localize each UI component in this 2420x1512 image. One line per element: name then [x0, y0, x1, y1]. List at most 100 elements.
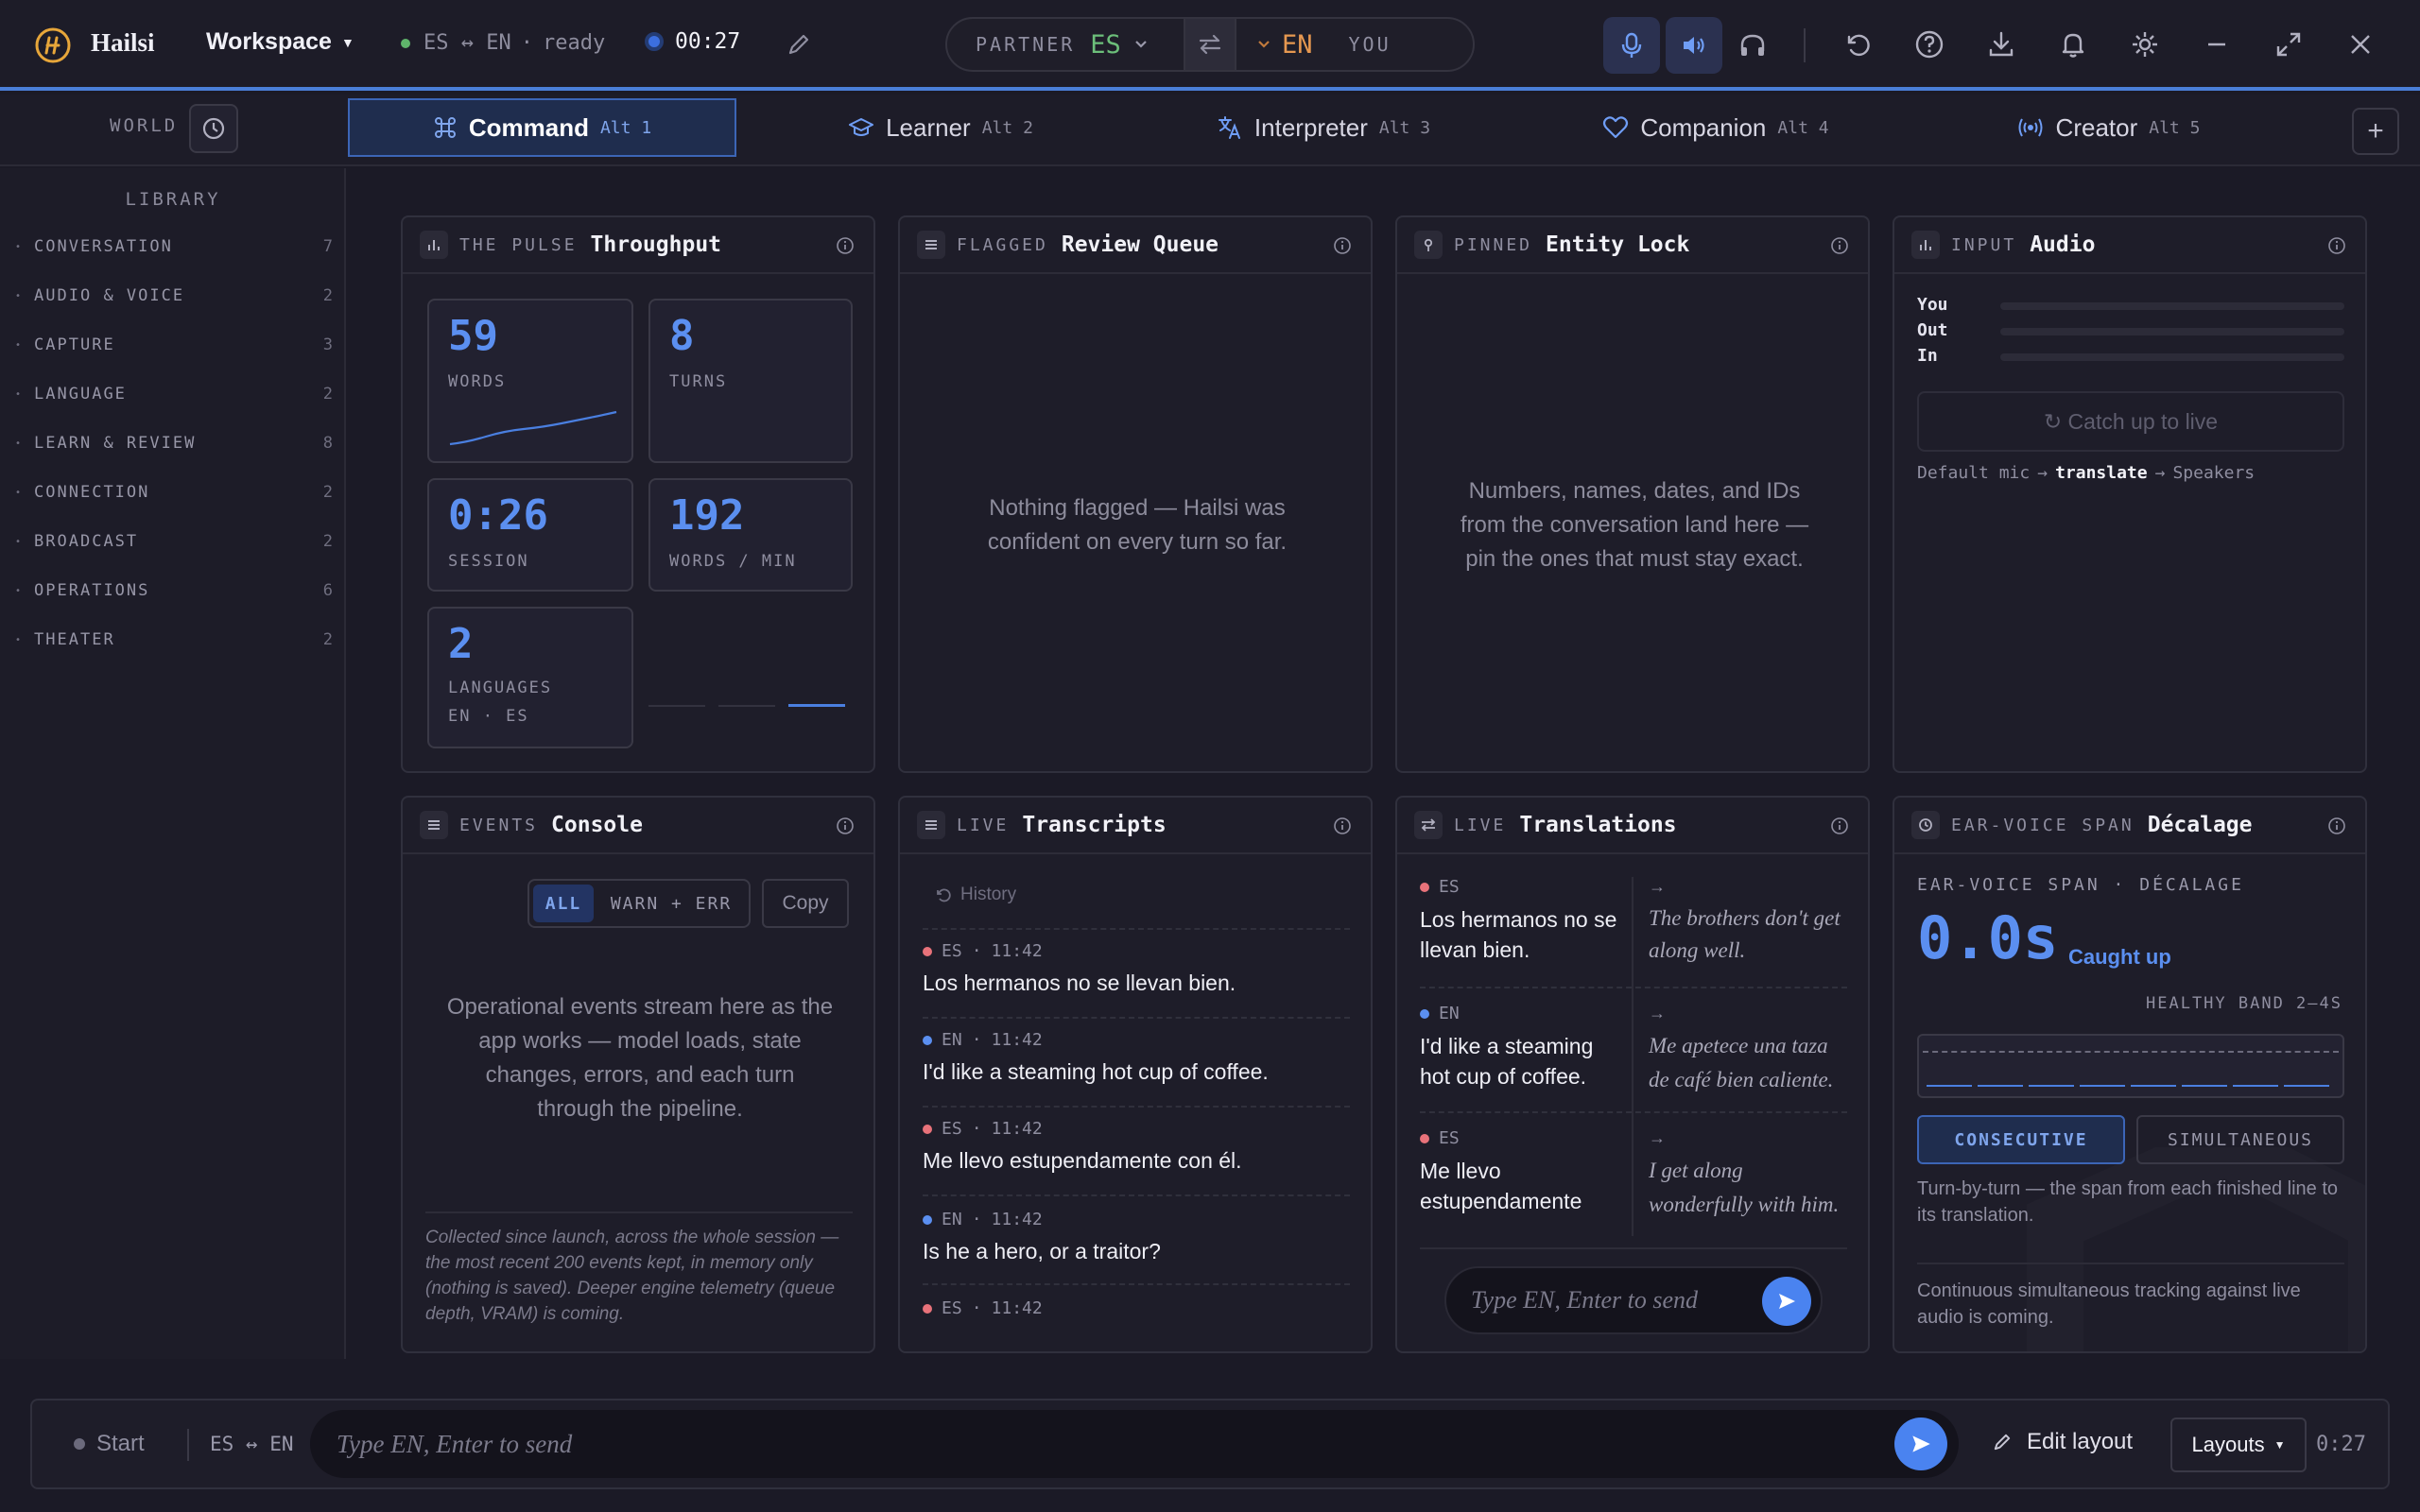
- mini-bar: [788, 704, 845, 707]
- throughput-panel: THE PULSE Throughput 59 WORDS 8 TURNS 0:…: [401, 215, 875, 773]
- route-out: Speakers: [2172, 463, 2256, 483]
- maximize-button[interactable]: [2271, 26, 2307, 62]
- layouts-label: Layouts: [2191, 1433, 2265, 1456]
- tab-creator[interactable]: Creator Alt 5: [1914, 98, 2302, 157]
- library-item-count: 2: [322, 483, 333, 502]
- tab-label: Command: [468, 112, 589, 142]
- undo-button[interactable]: [1840, 26, 1876, 62]
- help-button[interactable]: [1911, 26, 1947, 62]
- languages-list: EN · ES: [448, 707, 529, 726]
- filter-all-button[interactable]: ALL: [533, 885, 594, 922]
- filter-warn-err-button[interactable]: WARN + ERR: [597, 885, 745, 922]
- send-button[interactable]: [1894, 1418, 1947, 1470]
- command-input[interactable]: Type EN, Enter to send: [310, 1410, 1959, 1478]
- route-mic: Default mic: [1917, 463, 2031, 483]
- your-lang: EN: [1282, 29, 1313, 60]
- ready-dot-icon: [401, 38, 410, 48]
- audio-input-panel: INPUT Audio You Out In ↻ Catch up to liv…: [1893, 215, 2367, 773]
- translation-meta: ES: [1420, 1128, 1628, 1148]
- library-item-operations[interactable]: • OPERATIONS 6: [15, 576, 333, 605]
- info-icon[interactable]: [1830, 816, 1849, 835]
- edit-layout-label: Edit layout: [2027, 1429, 2134, 1454]
- source-line: I'd like a steaming: [1420, 1034, 1594, 1058]
- transcript-lang: ES: [942, 941, 962, 961]
- mini-bar: [718, 705, 775, 707]
- library-item-label: BROADCAST: [34, 532, 139, 551]
- workspace-menu-button[interactable]: Workspace ▼: [206, 28, 354, 56]
- swap-languages-button[interactable]: [1184, 19, 1236, 70]
- library-item-label: AUDIO & VOICE: [34, 286, 185, 305]
- clock-icon: [201, 116, 226, 141]
- bullet-icon: •: [15, 438, 24, 449]
- library-sidebar: LIBRARY • CONVERSATION 7 • AUDIO & VOICE 2 •…: [0, 168, 346, 1359]
- history-button[interactable]: History: [934, 885, 1016, 905]
- consecutive-mode-button[interactable]: CONSECUTIVE: [1917, 1115, 2125, 1164]
- info-icon[interactable]: [2327, 236, 2346, 255]
- info-icon[interactable]: [1333, 816, 1352, 835]
- simultaneous-mode-button[interactable]: SIMULTANEOUS: [2136, 1115, 2344, 1164]
- start-button[interactable]: Start: [74, 1431, 145, 1457]
- transcript-item: ES · 11:42: [923, 1298, 1350, 1318]
- entity-empty-message: Numbers, names, dates, and IDs from the …: [1460, 478, 1809, 572]
- info-icon[interactable]: [1333, 236, 1352, 255]
- download-button[interactable]: [1983, 26, 2019, 62]
- translation-input-placeholder: Type EN, Enter to send: [1471, 1286, 1698, 1314]
- info-icon[interactable]: [836, 816, 855, 835]
- library-item-count: 2: [322, 532, 333, 551]
- pencil-icon[interactable]: [785, 30, 813, 59]
- settings-button[interactable]: [2127, 26, 2163, 62]
- tab-learner[interactable]: Learner Alt 2: [747, 98, 1134, 157]
- transcript-meta: ES · 11:42: [923, 1119, 1350, 1139]
- edit-layout-button[interactable]: Edit layout: [1991, 1429, 2133, 1455]
- arrow-right-icon: →: [2037, 463, 2048, 483]
- library-item-learn-review[interactable]: • LEARN & REVIEW 8: [15, 429, 333, 457]
- bullet-icon: •: [15, 536, 24, 547]
- library-item-conversation[interactable]: • CONVERSATION 7: [15, 232, 333, 261]
- headphones-icon: [1738, 32, 1767, 59]
- world-clock-button[interactable]: [189, 104, 238, 153]
- add-tab-button[interactable]: +: [2352, 108, 2399, 155]
- translation-input[interactable]: Type EN, Enter to send: [1444, 1266, 1823, 1334]
- library-item-broadcast[interactable]: • BROADCAST 2: [15, 527, 333, 556]
- library-item-label: CAPTURE: [34, 335, 115, 354]
- library-item-audio-voice[interactable]: • AUDIO & VOICE 2: [15, 282, 333, 310]
- tab-interpreter[interactable]: Interpreter Alt 3: [1130, 98, 1517, 157]
- en-dot-icon: [923, 1214, 932, 1225]
- library-item-theater[interactable]: • THEATER 2: [15, 626, 333, 654]
- transcript-lang: ES: [942, 1119, 962, 1139]
- command-input-placeholder: Type EN, Enter to send: [337, 1429, 573, 1458]
- mode-tab-bar: WORLD Command Alt 1 Learner Alt 2 Interp…: [0, 94, 2420, 166]
- entity-lock-panel: PINNED Entity Lock Numbers, names, dates…: [1395, 215, 1870, 773]
- info-icon[interactable]: [2327, 816, 2346, 835]
- target-line: Me apetece una taza: [1649, 1034, 1828, 1057]
- translation-target: → Me apetece una taza de café bien calien…: [1649, 1004, 1857, 1097]
- microphone-toggle[interactable]: [1603, 17, 1660, 74]
- translation-source: ES Los hermanos no se llevan bien.: [1420, 877, 1628, 965]
- copy-button[interactable]: Copy: [762, 879, 849, 928]
- tab-companion[interactable]: Companion Alt 4: [1522, 98, 1910, 157]
- tab-command[interactable]: Command Alt 1: [348, 98, 736, 157]
- wpm-value: 192: [669, 491, 745, 540]
- meter-you: [2000, 302, 2344, 310]
- info-icon[interactable]: [1830, 236, 1849, 255]
- close-window-button[interactable]: [2342, 26, 2378, 62]
- layouts-dropdown[interactable]: Layouts ▼: [2170, 1418, 2307, 1472]
- library-item-capture[interactable]: • CAPTURE 3: [15, 331, 333, 359]
- library-item-connection[interactable]: • CONNECTION 2: [15, 478, 333, 507]
- speaker-toggle[interactable]: [1666, 17, 1722, 74]
- catch-up-button[interactable]: ↻ Catch up to live: [1917, 391, 2344, 452]
- panel-header: FLAGGED Review Queue: [900, 217, 1371, 274]
- bullet-icon: •: [15, 241, 24, 252]
- headphones-toggle[interactable]: [1724, 17, 1781, 74]
- notifications-button[interactable]: [2055, 26, 2091, 62]
- decalage-description: Turn-by-turn — the span from each finish…: [1917, 1178, 2339, 1226]
- pin-icon: [1414, 231, 1443, 259]
- send-button[interactable]: [1762, 1277, 1811, 1326]
- info-icon[interactable]: [836, 236, 855, 255]
- minimize-button[interactable]: [2199, 26, 2235, 62]
- source-line: Me llevo: [1420, 1159, 1501, 1183]
- your-language-select[interactable]: EN YOU: [1257, 19, 1392, 70]
- status-state: ready: [542, 31, 606, 55]
- library-item-language[interactable]: • LANGUAGE 2: [15, 380, 333, 408]
- partner-language-select[interactable]: PARTNER ES: [976, 19, 1148, 70]
